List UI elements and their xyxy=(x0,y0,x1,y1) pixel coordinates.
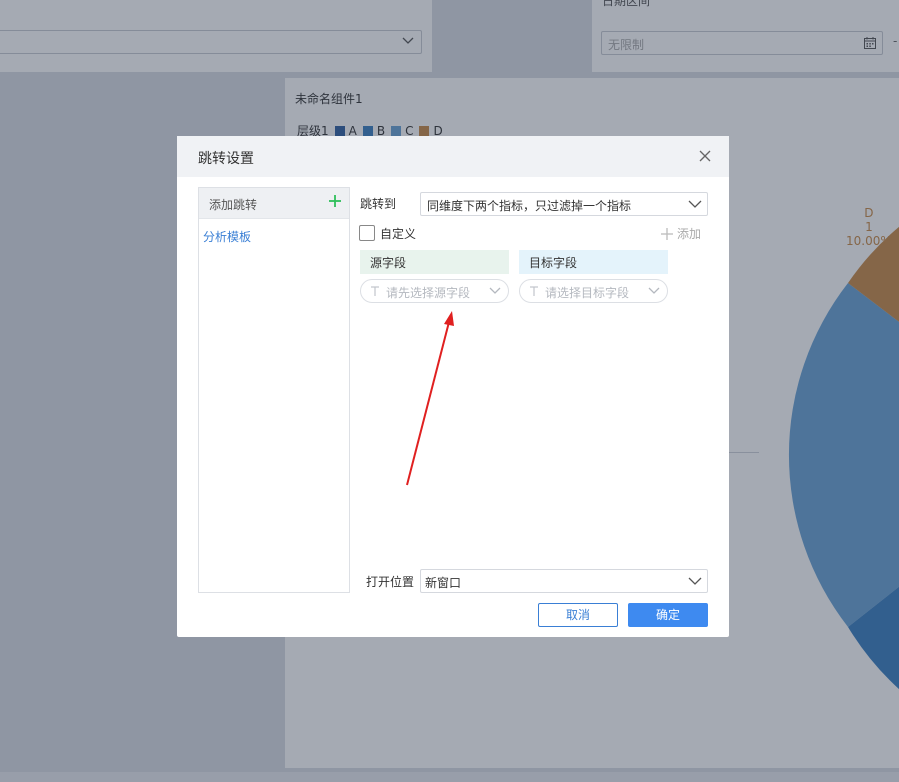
open-position-value: 新窗口 xyxy=(425,576,462,590)
open-position-label: 打开位置 xyxy=(366,575,415,589)
jump-list-header: 添加跳转 xyxy=(199,188,349,219)
cancel-button[interactable]: 取消 xyxy=(538,603,618,627)
add-mapping-button[interactable]: 添加 xyxy=(660,225,701,242)
jump-list-item[interactable]: 分析模板 xyxy=(203,228,251,245)
open-position-select[interactable]: 新窗口 xyxy=(420,569,708,593)
ok-button[interactable]: 确定 xyxy=(628,603,708,627)
jump-to-value: 同维度下两个指标，只过滤掉一个指标 xyxy=(427,199,632,213)
chevron-down-icon xyxy=(489,287,501,294)
jump-list-panel: 添加跳转 分析模板 xyxy=(198,187,350,593)
chevron-down-icon xyxy=(688,200,702,208)
source-field-select[interactable]: 请先选择源字段 xyxy=(360,279,509,303)
add-jump-label: 添加跳转 xyxy=(209,198,258,212)
text-type-icon xyxy=(530,286,538,296)
jump-to-select[interactable]: 同维度下两个指标，只过滤掉一个指标 xyxy=(420,192,708,216)
plus-icon[interactable] xyxy=(327,193,343,209)
custom-label: 自定义 xyxy=(380,227,417,241)
target-field-header: 目标字段 xyxy=(519,250,668,274)
dialog-header: 跳转设置 xyxy=(177,136,729,177)
dialog-title: 跳转设置 xyxy=(198,151,254,167)
custom-checkbox[interactable] xyxy=(359,225,375,241)
target-field-select[interactable]: 请选择目标字段 xyxy=(519,279,668,303)
chevron-down-icon xyxy=(648,287,660,294)
chevron-down-icon xyxy=(688,577,702,585)
source-field-placeholder: 请先选择源字段 xyxy=(386,286,471,300)
add-label: 添加 xyxy=(677,227,702,241)
close-icon[interactable] xyxy=(697,148,713,164)
jump-to-label: 跳转到 xyxy=(360,197,397,211)
text-type-icon xyxy=(371,286,379,296)
source-field-header: 源字段 xyxy=(360,250,509,274)
plus-icon xyxy=(661,227,673,240)
jump-settings-dialog: 跳转设置 添加跳转 分析模板 跳转到 同维度下两个指标，只过滤掉一个指标 自定义… xyxy=(177,136,729,637)
target-field-placeholder: 请选择目标字段 xyxy=(545,286,630,300)
